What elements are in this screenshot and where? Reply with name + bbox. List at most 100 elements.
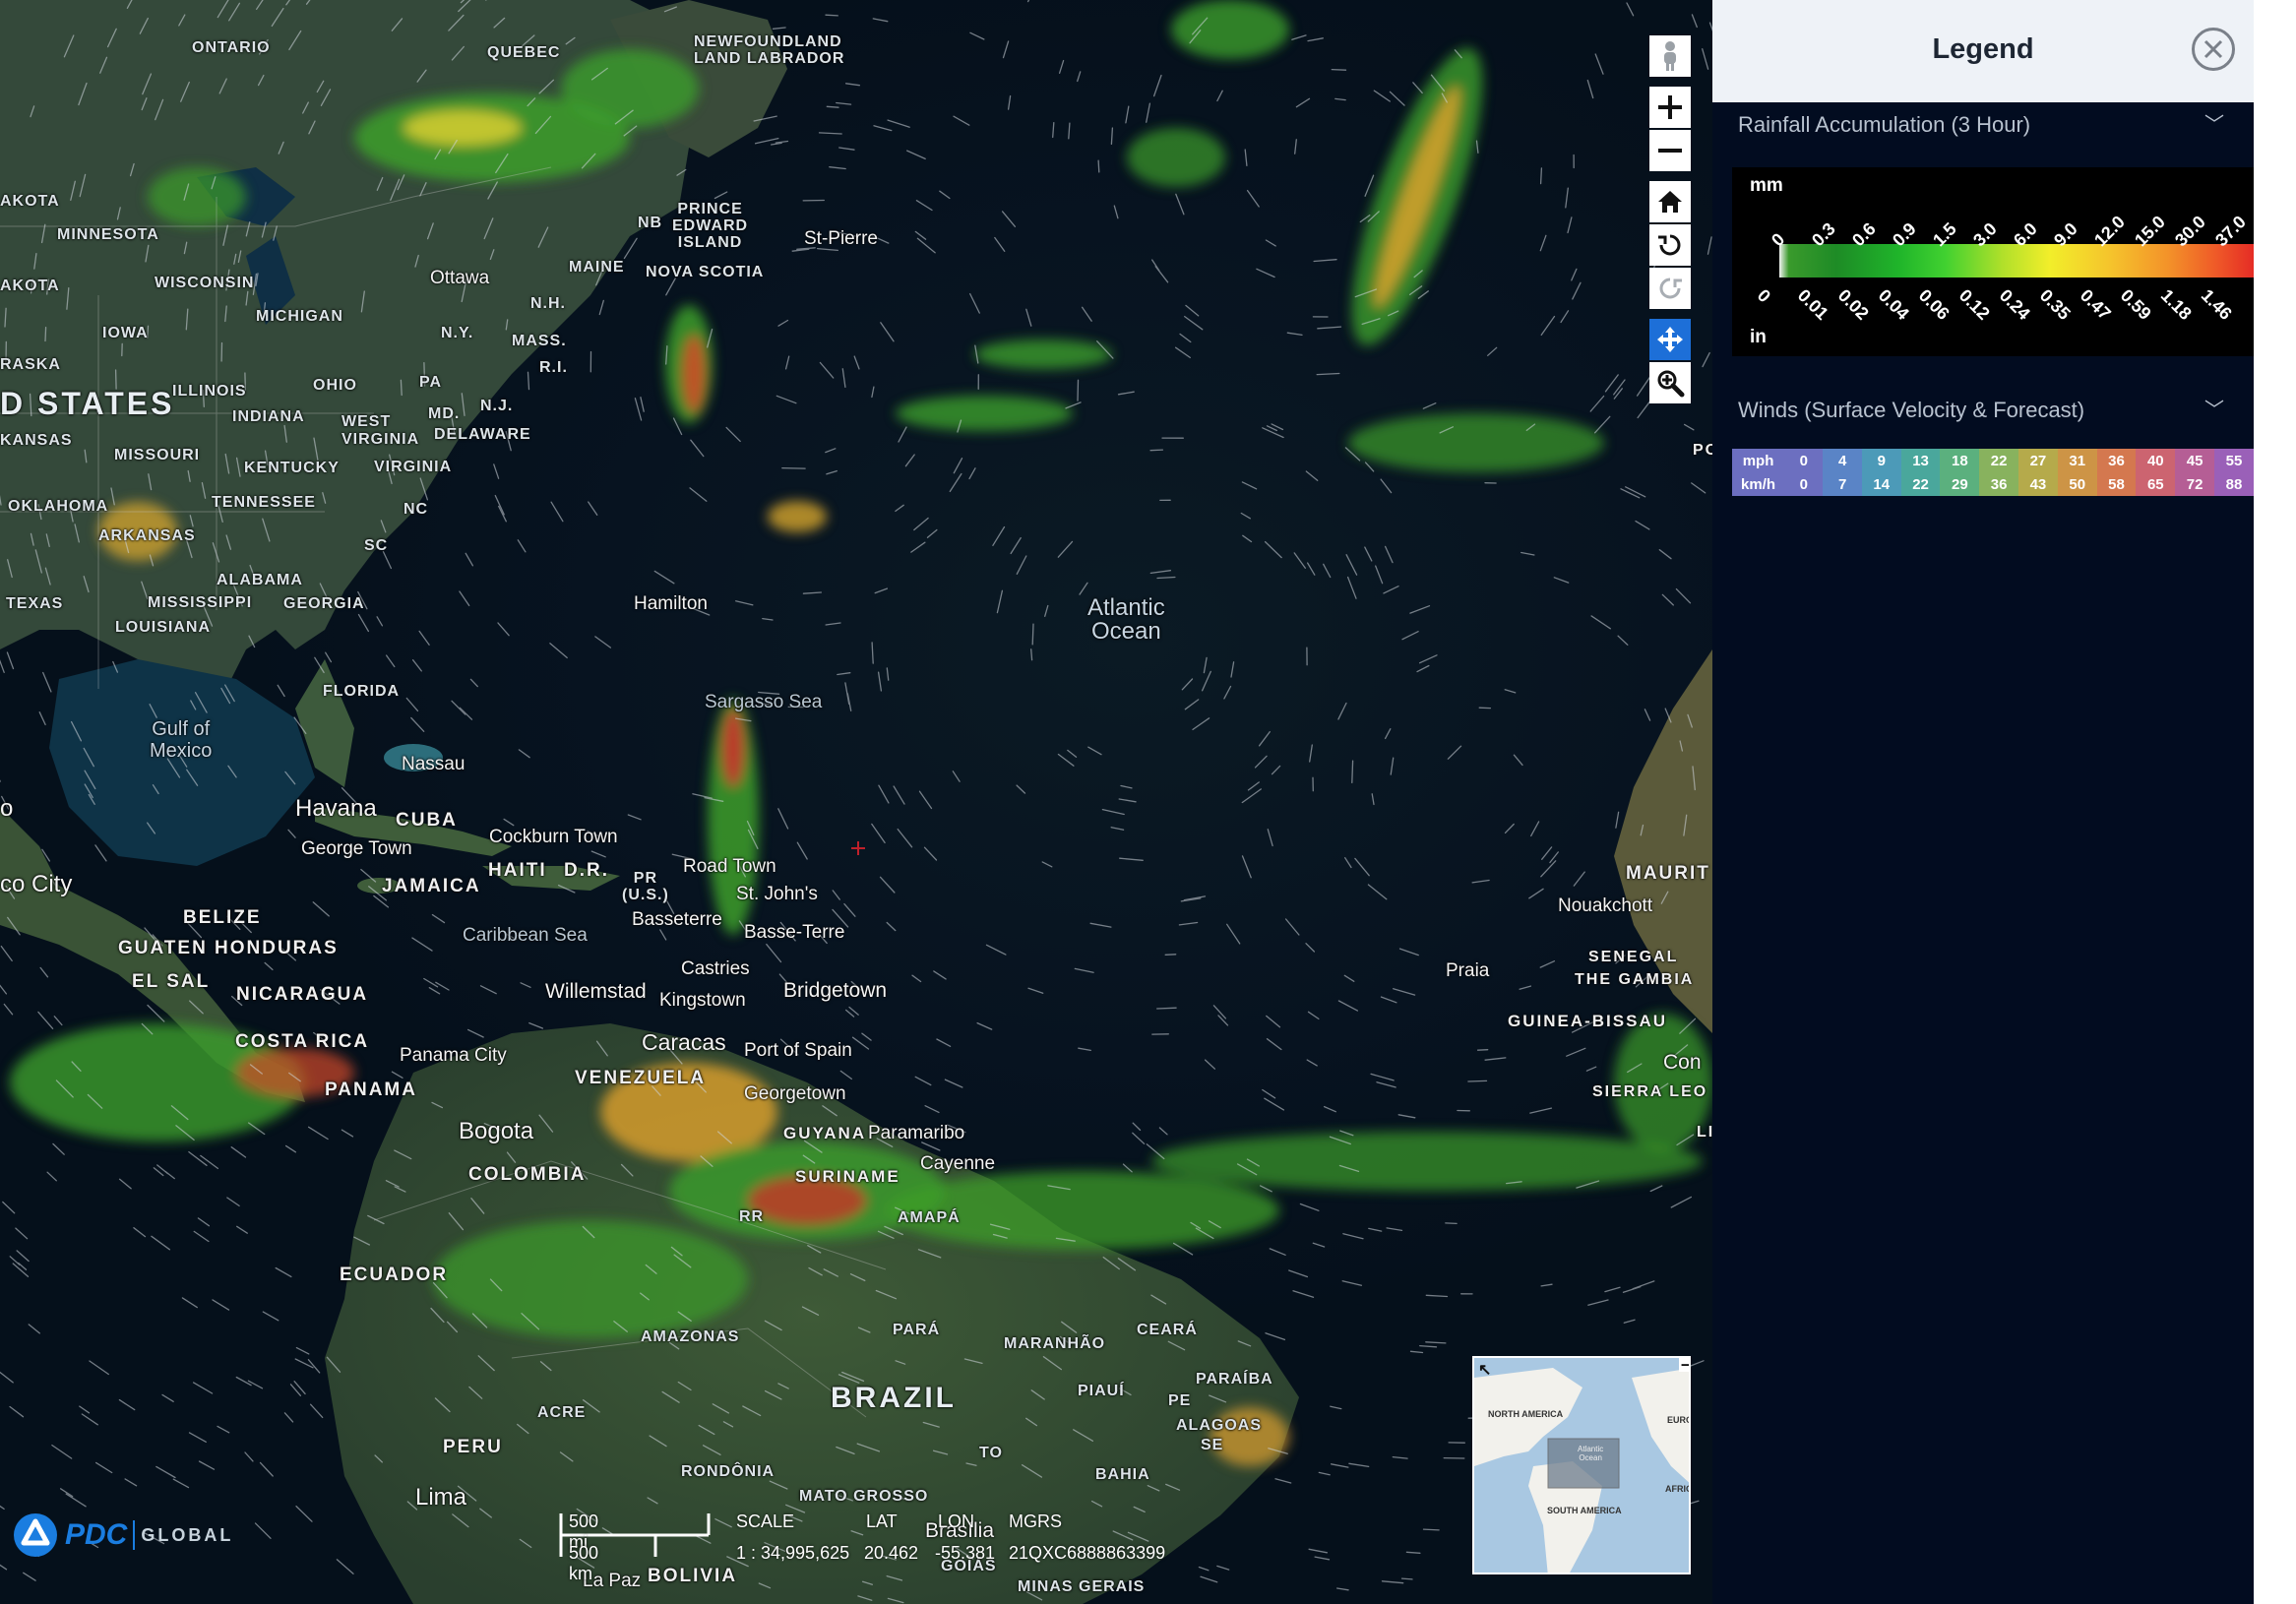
wind-streak bbox=[1390, 757, 1395, 775]
wind-streak bbox=[23, 1572, 36, 1581]
label-quebec: QUEBEC bbox=[487, 44, 561, 61]
wind-streak bbox=[1241, 481, 1258, 490]
wind-streak bbox=[1706, 236, 1712, 255]
wind-speed-cell: 22 bbox=[1900, 472, 1941, 496]
wind-streak bbox=[844, 83, 861, 87]
wind-streak bbox=[1670, 1196, 1693, 1208]
wind-streak bbox=[469, 678, 478, 688]
wind-streak bbox=[1185, 304, 1200, 317]
wind-streak bbox=[1269, 1248, 1286, 1256]
wind-streak bbox=[861, 1032, 872, 1041]
wind-speed-cell: 88 bbox=[2214, 472, 2254, 496]
wind-streak bbox=[1702, 48, 1709, 70]
wind-streak bbox=[1541, 846, 1553, 860]
lon-value: -55.381 bbox=[935, 1543, 996, 1563]
wind-streak bbox=[59, 1488, 74, 1498]
wind-streak bbox=[1342, 1233, 1364, 1240]
legend-header: Legend bbox=[1712, 0, 2254, 102]
legend-close-button[interactable] bbox=[2192, 28, 2235, 71]
wind-streak bbox=[1323, 563, 1332, 579]
label-pe: PE bbox=[1168, 1392, 1192, 1409]
label-wisconsin: WISCONSIN bbox=[155, 275, 255, 291]
wind-streak bbox=[325, 651, 333, 663]
label-amapa: AMAPÁ bbox=[898, 1209, 961, 1226]
wind-streak bbox=[781, 466, 806, 469]
redo-view-button[interactable] bbox=[1649, 268, 1691, 309]
wind-streak bbox=[1146, 102, 1151, 123]
wind-streak bbox=[277, 684, 285, 698]
rainfall-chevron-down-icon[interactable]: ﹀ bbox=[2204, 108, 2224, 137]
label-nouakchott: Nouakchott bbox=[1558, 895, 1653, 916]
wind-streak bbox=[53, 1016, 63, 1026]
label-george-town: George Town bbox=[301, 838, 412, 859]
wind-streak bbox=[1528, 888, 1544, 899]
winds-section-title[interactable]: Winds (Surface Velocity & Forecast) bbox=[1738, 398, 2084, 423]
undo-view-button[interactable] bbox=[1649, 224, 1691, 266]
label-nova-scotia: NOVA SCOTIA bbox=[646, 264, 765, 280]
wind-streak bbox=[411, 659, 422, 672]
wind-streak bbox=[843, 902, 856, 917]
home-button[interactable] bbox=[1649, 181, 1691, 222]
label-nassau: Nassau bbox=[402, 754, 465, 774]
label-kansas: KANSAS bbox=[0, 432, 73, 449]
wind-streak bbox=[155, 1465, 176, 1479]
overview-minimap[interactable]: NORTH AMERICA SOUTH AMERICA EUROP AFRIC … bbox=[1472, 1356, 1691, 1574]
zoom-out-button[interactable] bbox=[1649, 130, 1691, 171]
map-view[interactable]: ONTARIO QUEBEC NEWFOUNDLAND LAND LABRADO… bbox=[0, 0, 1712, 1604]
wind-streak bbox=[451, 700, 466, 715]
wind-streak bbox=[725, 426, 741, 443]
wind-streak bbox=[1292, 1290, 1315, 1298]
label-tennessee: TENNESSEE bbox=[212, 494, 316, 511]
wind-streak bbox=[1589, 395, 1605, 412]
wind-streak bbox=[872, 18, 889, 23]
wind-streak bbox=[1247, 781, 1260, 791]
scale-bar-km: 500 km bbox=[569, 1543, 599, 1583]
zoom-in-button[interactable] bbox=[1649, 87, 1691, 128]
wind-streak bbox=[236, 1225, 248, 1234]
wind-streak bbox=[689, 487, 708, 502]
street-view-pegman-button[interactable] bbox=[1649, 35, 1691, 77]
wind-speed-cell: 36 bbox=[1979, 472, 2019, 496]
label-port-of-spain: Port of Spain bbox=[744, 1040, 852, 1061]
minimap-collapse-button[interactable]: – bbox=[1679, 1358, 1689, 1373]
wind-streak bbox=[1077, 71, 1082, 83]
wind-streak bbox=[659, 929, 667, 941]
wind-streak bbox=[1259, 1185, 1272, 1193]
wind-streak bbox=[1587, 1299, 1609, 1306]
wind-streak bbox=[1030, 648, 1033, 661]
wind-streak bbox=[1240, 512, 1251, 520]
wind-streak bbox=[1539, 167, 1543, 185]
wind-streak bbox=[825, 14, 838, 17]
wind-streak bbox=[1418, 654, 1438, 664]
wind-streak bbox=[1242, 534, 1253, 543]
wind-streak bbox=[1367, 884, 1388, 900]
wind-streak bbox=[0, 659, 5, 673]
wind-streak bbox=[926, 528, 938, 538]
minimap-expand-icon[interactable]: ↖ bbox=[1478, 1360, 1491, 1380]
wind-streak bbox=[217, 1425, 230, 1434]
wind-streak bbox=[1044, 604, 1049, 617]
wind-streak bbox=[1010, 536, 1022, 555]
label-mexico-city: co City bbox=[0, 871, 73, 897]
winds-chevron-down-icon[interactable]: ﹀ bbox=[2204, 394, 2224, 422]
wind-streak bbox=[1376, 1081, 1396, 1088]
wind-streak bbox=[494, 494, 505, 516]
zoom-box-button[interactable] bbox=[1649, 362, 1691, 403]
label-ohio: OHIO bbox=[313, 377, 357, 394]
wind-streak bbox=[1306, 562, 1316, 576]
wind-streak bbox=[1118, 798, 1137, 803]
label-lima: Lima bbox=[415, 1484, 467, 1511]
wind-streak bbox=[1067, 749, 1078, 758]
wind-streak bbox=[944, 1079, 963, 1088]
wind-kmh-row: km/h 0 7 14 22 29 36 43 50 58 65 72 88 bbox=[1732, 472, 2254, 496]
wind-streak bbox=[1299, 1203, 1320, 1211]
wind-streak bbox=[818, 132, 842, 135]
wind-streak bbox=[244, 1451, 254, 1462]
wind-streak bbox=[916, 237, 936, 254]
wind-streak bbox=[1560, 310, 1570, 324]
wind-streak bbox=[1244, 149, 1248, 166]
pan-tool-button[interactable] bbox=[1649, 319, 1691, 360]
wind-streak bbox=[1172, 1242, 1194, 1256]
rainfall-section-title[interactable]: Rainfall Accumulation (3 Hour) bbox=[1738, 112, 2030, 138]
wind-streak bbox=[1594, 53, 1604, 75]
